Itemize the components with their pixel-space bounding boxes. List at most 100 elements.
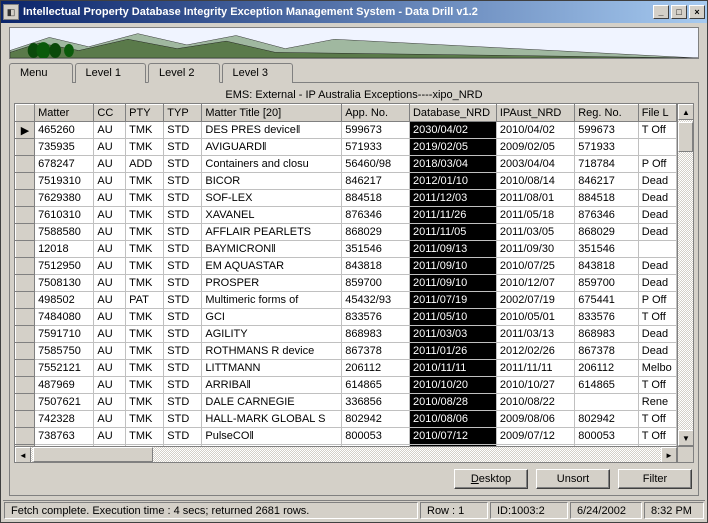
- cell-reg[interactable]: 867378: [575, 343, 639, 360]
- cell-db[interactable]: 2018/03/04: [409, 156, 496, 173]
- cell-reg[interactable]: 351546: [575, 241, 639, 258]
- cell-reg[interactable]: 571933: [575, 139, 639, 156]
- cell-ip[interactable]: 2010/08/22: [496, 394, 574, 411]
- cell-matter[interactable]: 465260: [35, 122, 94, 139]
- cell-typ[interactable]: STD: [164, 377, 202, 394]
- cell-file[interactable]: T Off: [638, 428, 676, 445]
- cell-typ[interactable]: STD: [164, 275, 202, 292]
- cell-title[interactable]: DALE CARNEGIE: [202, 394, 342, 411]
- scroll-thumb[interactable]: [678, 122, 693, 152]
- cell-ip[interactable]: 2011/05/18: [496, 207, 574, 224]
- cell-ip[interactable]: 2009/02/05: [496, 139, 574, 156]
- cell-db[interactable]: 2030/04/02: [409, 122, 496, 139]
- cell-file[interactable]: T Off: [638, 377, 676, 394]
- cell-reg[interactable]: [575, 394, 639, 411]
- cell-file[interactable]: Dead: [638, 326, 676, 343]
- cell-matter[interactable]: 7507621: [35, 394, 94, 411]
- row-selector[interactable]: [16, 309, 35, 326]
- cell-db[interactable]: 2011/11/26: [409, 207, 496, 224]
- cell-ip[interactable]: 2003/04/04: [496, 156, 574, 173]
- cell-app[interactable]: 351546: [342, 241, 410, 258]
- cell-cc[interactable]: AU: [94, 343, 126, 360]
- table-row[interactable]: 7585750AUTMKSTDROTHMANS R device86737820…: [16, 343, 677, 360]
- cell-db[interactable]: 2011/12/03: [409, 190, 496, 207]
- cell-matter[interactable]: 735935: [35, 139, 94, 156]
- cell-cc[interactable]: AU: [94, 258, 126, 275]
- cell-cc[interactable]: AU: [94, 241, 126, 258]
- cell-cc[interactable]: AU: [94, 292, 126, 309]
- row-selector[interactable]: [16, 360, 35, 377]
- scroll-left-button[interactable]: ◄: [15, 447, 31, 463]
- cell-typ[interactable]: STD: [164, 224, 202, 241]
- cell-matter[interactable]: 7585750: [35, 343, 94, 360]
- cell-db[interactable]: 2010/10/20: [409, 377, 496, 394]
- cell-cc[interactable]: AU: [94, 275, 126, 292]
- cell-db[interactable]: 2019/02/05: [409, 139, 496, 156]
- cell-file[interactable]: Rene: [638, 394, 676, 411]
- cell-matter[interactable]: 7629380: [35, 190, 94, 207]
- cell-file[interactable]: [638, 139, 676, 156]
- row-selector[interactable]: [16, 258, 35, 275]
- table-row[interactable]: 7629380AUTMKSTDSOF-LEX8845182011/12/0320…: [16, 190, 677, 207]
- cell-typ[interactable]: STD: [164, 207, 202, 224]
- cell-db[interactable]: 2010/07/12: [409, 428, 496, 445]
- cell-title[interactable]: EM AQUASTAR: [202, 258, 342, 275]
- cell-pty[interactable]: TMK: [126, 224, 164, 241]
- column-header[interactable]: App. No.: [342, 105, 410, 122]
- cell-ip[interactable]: 2012/02/26: [496, 343, 574, 360]
- column-header[interactable]: File L: [638, 105, 676, 122]
- cell-app[interactable]: 56460/98: [342, 156, 410, 173]
- column-header[interactable]: Database_NRD: [409, 105, 496, 122]
- cell-file[interactable]: P Off: [638, 292, 676, 309]
- cell-title[interactable]: SOF-LEX: [202, 190, 342, 207]
- cell-app[interactable]: 336856: [342, 394, 410, 411]
- cell-typ[interactable]: STD: [164, 428, 202, 445]
- cell-ip[interactable]: 2010/07/25: [496, 258, 574, 275]
- cell-matter[interactable]: 678247: [35, 156, 94, 173]
- cell-typ[interactable]: STD: [164, 156, 202, 173]
- table-row[interactable]: 742328AUTMKSTDHALL-MARK GLOBAL S80294220…: [16, 411, 677, 428]
- cell-ip[interactable]: 2011/03/05: [496, 224, 574, 241]
- table-row[interactable]: 498502AUPATSTDMultimeric forms of45432/9…: [16, 292, 677, 309]
- cell-cc[interactable]: AU: [94, 139, 126, 156]
- cell-ip[interactable]: 2011/03/13: [496, 326, 574, 343]
- minimize-button[interactable]: _: [653, 5, 669, 19]
- column-header[interactable]: Reg. No.: [575, 105, 639, 122]
- cell-typ[interactable]: STD: [164, 173, 202, 190]
- cell-db[interactable]: 2011/03/03: [409, 326, 496, 343]
- cell-pty[interactable]: TMK: [126, 343, 164, 360]
- row-selector[interactable]: [16, 411, 35, 428]
- cell-reg[interactable]: 859700: [575, 275, 639, 292]
- table-row[interactable]: 7484080AUTMKSTDGCI8335762011/05/102010/0…: [16, 309, 677, 326]
- scroll-track[interactable]: [678, 120, 693, 430]
- cell-app[interactable]: 614865: [342, 377, 410, 394]
- table-row[interactable]: 7508130AUTMKSTDPROSPER8597002011/09/1020…: [16, 275, 677, 292]
- cell-reg[interactable]: 614865: [575, 377, 639, 394]
- cell-ip[interactable]: 2010/04/02: [496, 122, 574, 139]
- cell-typ[interactable]: STD: [164, 360, 202, 377]
- cell-file[interactable]: Dead: [638, 224, 676, 241]
- cell-pty[interactable]: TMK: [126, 360, 164, 377]
- tab-level-2[interactable]: Level 2: [148, 63, 219, 83]
- cell-pty[interactable]: TMK: [126, 207, 164, 224]
- cell-cc[interactable]: AU: [94, 156, 126, 173]
- cell-title[interactable]: GCI: [202, 309, 342, 326]
- scroll-track[interactable]: [31, 447, 661, 462]
- cell-matter[interactable]: 7512950: [35, 258, 94, 275]
- cell-pty[interactable]: TMK: [126, 139, 164, 156]
- cell-matter[interactable]: 487969: [35, 377, 94, 394]
- row-selector[interactable]: [16, 428, 35, 445]
- cell-cc[interactable]: AU: [94, 326, 126, 343]
- row-selector[interactable]: [16, 292, 35, 309]
- cell-title[interactable]: BAYMICRON‖: [202, 241, 342, 258]
- row-header-blank[interactable]: [16, 105, 35, 122]
- cell-reg[interactable]: 802942: [575, 411, 639, 428]
- cell-typ[interactable]: STD: [164, 394, 202, 411]
- column-header[interactable]: Matter: [35, 105, 94, 122]
- cell-reg[interactable]: 843818: [575, 258, 639, 275]
- cell-ip[interactable]: 2011/09/30: [496, 241, 574, 258]
- cell-cc[interactable]: AU: [94, 360, 126, 377]
- cell-app[interactable]: 876346: [342, 207, 410, 224]
- titlebar[interactable]: ◧ Intellectual Property Database Integri…: [1, 1, 707, 23]
- cell-cc[interactable]: AU: [94, 428, 126, 445]
